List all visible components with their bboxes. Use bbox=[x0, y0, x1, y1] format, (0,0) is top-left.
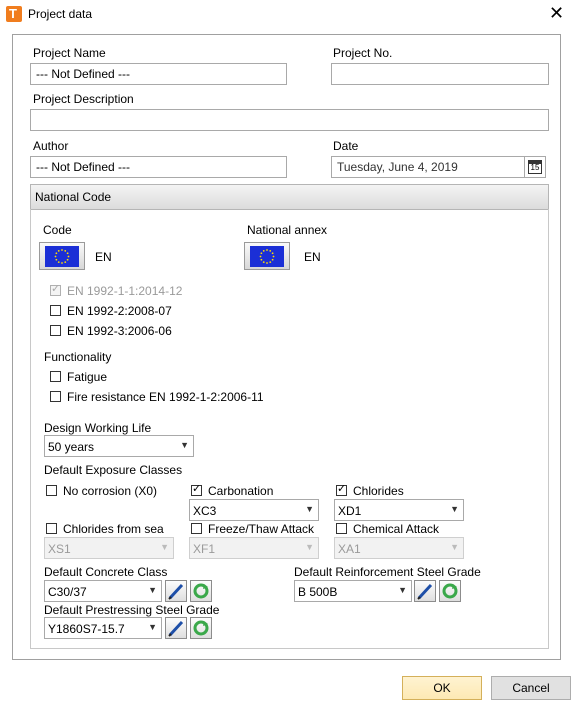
carbonation-select[interactable]: XC3 ▼ bbox=[189, 499, 319, 521]
concrete-class-select[interactable]: C30/37 ▼ bbox=[44, 580, 162, 602]
no-corrosion-checkbox[interactable] bbox=[46, 485, 57, 496]
date-label: Date bbox=[333, 139, 359, 153]
eu-flag-icon bbox=[45, 246, 79, 267]
concrete-class-label: Default Concrete Class bbox=[44, 565, 168, 579]
cancel-button[interactable]: Cancel bbox=[491, 676, 571, 700]
chevron-down-icon: ▼ bbox=[305, 542, 314, 552]
annex-value: EN bbox=[304, 250, 321, 264]
project-no-input[interactable] bbox=[331, 63, 549, 85]
author-input[interactable]: --- Not Defined --- bbox=[30, 156, 287, 178]
freeze-thaw-checkbox[interactable] bbox=[191, 523, 202, 534]
edit-concrete-button[interactable] bbox=[165, 580, 187, 602]
standard-label: EN 1992-2:2008-07 bbox=[67, 304, 172, 318]
title-bar: T Project data ✕ bbox=[0, 0, 575, 30]
chevron-down-icon: ▼ bbox=[398, 585, 407, 595]
no-corrosion-label: No corrosion (X0) bbox=[63, 484, 158, 498]
pencil-icon bbox=[417, 583, 433, 600]
chlorides-sea-checkbox[interactable] bbox=[46, 523, 57, 534]
working-life-select[interactable]: 50 years ▼ bbox=[44, 435, 194, 457]
chemical-attack-checkbox[interactable] bbox=[336, 523, 347, 534]
code-value: EN bbox=[95, 250, 112, 264]
refresh-reinforcement-button[interactable] bbox=[439, 580, 461, 602]
refresh-icon bbox=[193, 620, 209, 636]
project-name-input[interactable]: --- Not Defined --- bbox=[30, 63, 287, 85]
pencil-icon bbox=[168, 620, 184, 637]
chevron-down-icon: ▼ bbox=[160, 542, 169, 552]
reinforcement-label: Default Reinforcement Steel Grade bbox=[294, 565, 481, 579]
author-label: Author bbox=[33, 139, 69, 153]
standard-label: EN 1992-1-1:2014-12 bbox=[67, 284, 183, 298]
ok-button[interactable]: OK bbox=[402, 676, 482, 700]
freeze-thaw-label: Freeze/Thaw Attack bbox=[208, 522, 315, 536]
standard-checkbox[interactable] bbox=[50, 305, 61, 316]
refresh-prestressing-button[interactable] bbox=[190, 617, 212, 639]
calendar-icon: 15 bbox=[528, 160, 542, 174]
refresh-concrete-button[interactable] bbox=[190, 580, 212, 602]
annex-flag-button[interactable] bbox=[244, 242, 290, 270]
chlorides-select[interactable]: XD1 ▼ bbox=[334, 499, 464, 521]
working-life-label: Design Working Life bbox=[44, 421, 152, 435]
standard-label: EN 1992-3:2006-06 bbox=[67, 324, 172, 338]
chevron-down-icon: ▼ bbox=[180, 440, 189, 450]
chlorides-sea-select: XS1 ▼ bbox=[44, 537, 174, 559]
prestressing-select[interactable]: Y1860S7-15.7 ▼ bbox=[44, 617, 162, 639]
date-input[interactable]: Tuesday, June 4, 2019 bbox=[331, 156, 526, 178]
fire-resistance-label: Fire resistance EN 1992-1-2:2006-11 bbox=[67, 390, 264, 404]
national-code-header: National Code bbox=[30, 184, 549, 210]
project-description-input[interactable] bbox=[30, 109, 549, 131]
refresh-icon bbox=[442, 583, 458, 599]
window-title: Project data bbox=[28, 7, 93, 21]
close-icon[interactable]: ✕ bbox=[549, 4, 564, 22]
prestressing-label: Default Prestressing Steel Grade bbox=[44, 603, 220, 617]
edit-reinforcement-button[interactable] bbox=[414, 580, 436, 602]
refresh-icon bbox=[193, 583, 209, 599]
code-label: Code bbox=[43, 223, 72, 237]
chlorides-sea-label: Chlorides from sea bbox=[63, 522, 164, 536]
chevron-down-icon: ▼ bbox=[450, 542, 459, 552]
functionality-label: Functionality bbox=[44, 350, 112, 364]
calendar-button[interactable]: 15 bbox=[524, 156, 546, 178]
freeze-thaw-select: XF1 ▼ bbox=[189, 537, 319, 559]
chevron-down-icon: ▼ bbox=[148, 585, 157, 595]
national-annex-label: National annex bbox=[247, 223, 328, 237]
reinforcement-select[interactable]: B 500B ▼ bbox=[294, 580, 412, 602]
chlorides-label: Chlorides bbox=[353, 484, 404, 498]
project-name-label: Project Name bbox=[33, 46, 106, 60]
chevron-down-icon: ▼ bbox=[450, 504, 459, 514]
chemical-attack-select: XA1 ▼ bbox=[334, 537, 464, 559]
standard-checkbox: ✓ bbox=[50, 283, 61, 296]
app-logo-icon: T bbox=[6, 6, 22, 22]
code-flag-button[interactable] bbox=[39, 242, 85, 270]
chemical-attack-label: Chemical Attack bbox=[353, 522, 440, 536]
standard-checkbox[interactable] bbox=[50, 325, 61, 336]
fatigue-checkbox[interactable] bbox=[50, 371, 61, 382]
carbonation-label: Carbonation bbox=[208, 484, 274, 498]
carbonation-checkbox[interactable]: ✓ bbox=[191, 483, 202, 496]
chevron-down-icon: ▼ bbox=[148, 622, 157, 632]
section-title: National Code bbox=[35, 190, 112, 204]
chlorides-checkbox[interactable]: ✓ bbox=[336, 483, 347, 496]
eu-flag-icon bbox=[250, 246, 284, 267]
edit-prestressing-button[interactable] bbox=[165, 617, 187, 639]
project-description-label: Project Description bbox=[33, 92, 134, 106]
project-no-label: Project No. bbox=[333, 46, 393, 60]
fire-resistance-checkbox[interactable] bbox=[50, 391, 61, 402]
fatigue-label: Fatigue bbox=[67, 370, 108, 384]
chevron-down-icon: ▼ bbox=[305, 504, 314, 514]
pencil-icon bbox=[168, 583, 184, 600]
exposure-label: Default Exposure Classes bbox=[44, 463, 183, 477]
